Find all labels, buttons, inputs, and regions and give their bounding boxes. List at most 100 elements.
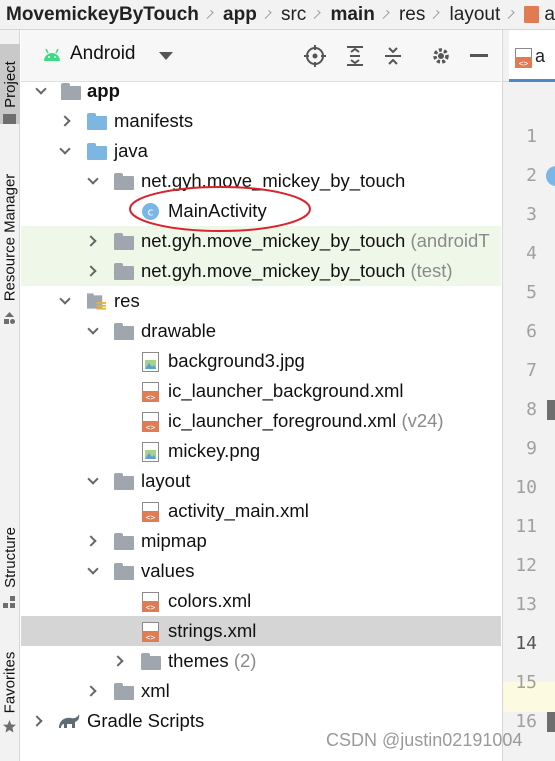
project-tree: app manifests java net.gyh.move_mickey_b… — [21, 76, 501, 761]
class-gutter-icon[interactable] — [545, 165, 555, 187]
chevron-down-icon[interactable] — [87, 563, 99, 575]
tree-label: manifests — [114, 110, 194, 131]
folder-icon — [87, 113, 107, 130]
class-icon: c — [142, 203, 159, 220]
chevron-down-icon[interactable] — [87, 173, 99, 185]
tree-item-layout[interactable]: layout — [21, 466, 501, 496]
tree-item-drawable[interactable]: drawable — [21, 316, 501, 346]
settings-icon[interactable] — [429, 44, 453, 68]
tree-item-manifests[interactable]: manifests — [21, 106, 501, 136]
tree-label: res — [114, 290, 140, 311]
tab-project-label: Project — [1, 60, 19, 108]
project-view-selector[interactable]: Android — [70, 43, 136, 65]
breadcrumb-separator-icon — [262, 9, 272, 20]
chevron-down-icon[interactable] — [59, 293, 71, 305]
chevron-right-icon[interactable] — [85, 685, 97, 697]
breadcrumb-main[interactable]: main — [330, 4, 374, 26]
tree-label: strings.xml — [168, 620, 257, 641]
tree-item-themes[interactable]: themes (2) — [21, 646, 501, 676]
line-number: 5 — [526, 282, 537, 303]
folder-icon — [114, 323, 134, 340]
chevron-right-icon[interactable] — [85, 535, 97, 547]
svg-text:<>: <> — [146, 603, 156, 612]
collapse-all-icon[interactable] — [381, 44, 405, 68]
chevron-right-icon[interactable] — [85, 235, 97, 247]
resource-manager-icon — [4, 312, 15, 324]
xml-file-icon: <> — [142, 622, 159, 642]
line-number: 13 — [515, 594, 537, 615]
breadcrumb-res[interactable]: res — [399, 4, 425, 26]
tree-item-values[interactable]: values — [21, 556, 501, 586]
hide-icon[interactable] — [467, 44, 491, 68]
tree-label: xml — [141, 680, 170, 701]
tree-item-xml[interactable]: xml — [21, 676, 501, 706]
breadcrumb-separator-icon — [311, 9, 322, 20]
breadcrumb: MovemickeyByTouch app src main res layou… — [0, 0, 555, 30]
project-panel-header: Android — [21, 30, 501, 82]
folder-icon — [114, 473, 134, 490]
breadcrumb-layout[interactable]: layout — [450, 4, 501, 26]
image-preview-icon[interactable] — [547, 400, 555, 420]
chevron-right-icon[interactable] — [112, 655, 124, 667]
breadcrumb-separator-icon — [505, 9, 515, 20]
breadcrumb-file[interactable]: a — [524, 4, 555, 26]
editor-area: <> a 1 2 3 4 5 6 7 8 9 10 11 12 13 14 15… — [502, 30, 555, 761]
breadcrumb-module[interactable]: app — [223, 4, 257, 26]
tree-item-mipmap[interactable]: mipmap — [21, 526, 501, 556]
tree-label: app — [87, 80, 120, 101]
breadcrumb-project[interactable]: MovemickeyByTouch — [6, 4, 199, 26]
folder-icon — [141, 653, 161, 670]
package-icon — [114, 263, 134, 280]
chevron-right-icon[interactable] — [59, 115, 71, 127]
breadcrumb-src[interactable]: src — [281, 4, 306, 26]
tree-item-app[interactable]: app — [21, 76, 501, 106]
tree-item-package-test[interactable]: net.gyh.move_mickey_by_touch (test) — [21, 256, 501, 286]
folder-icon — [114, 533, 134, 550]
tree-item-package-main[interactable]: net.gyh.move_mickey_by_touch — [21, 166, 501, 196]
chevron-down-icon[interactable] — [59, 143, 71, 155]
editor-tab-activity-main[interactable]: <> a — [509, 30, 555, 82]
structure-icon — [3, 596, 15, 608]
image-preview-icon[interactable] — [547, 712, 555, 732]
svg-text:<>: <> — [519, 59, 529, 68]
line-number: 9 — [526, 438, 537, 459]
tree-item-strings[interactable]: <> strings.xml — [21, 616, 501, 646]
tree-item-colors[interactable]: <> colors.xml — [21, 586, 501, 616]
line-number: 7 — [526, 360, 537, 381]
tree-item-ic-launcher-background[interactable]: <> ic_launcher_background.xml — [21, 376, 501, 406]
tree-item-res[interactable]: res — [21, 286, 501, 316]
tab-favorites[interactable]: Favorites — [0, 642, 20, 722]
xml-file-icon: <> — [142, 382, 159, 402]
tree-item-package-android-test[interactable]: net.gyh.move_mickey_by_touch (androidT — [21, 226, 501, 256]
tree-label: java — [114, 140, 148, 161]
tree-label: values — [141, 560, 195, 581]
expand-all-icon[interactable] — [343, 44, 367, 68]
chevron-right-icon[interactable] — [31, 715, 43, 727]
tree-item-main-activity[interactable]: c MainActivity — [21, 196, 501, 226]
svg-text:<>: <> — [146, 393, 156, 402]
tab-structure[interactable]: Structure — [0, 512, 20, 602]
locate-icon[interactable] — [303, 44, 327, 68]
tree-label: net.gyh.move_mickey_by_touch (test) — [141, 260, 453, 281]
tree-label: colors.xml — [168, 590, 252, 611]
chevron-down-icon[interactable] — [159, 52, 173, 60]
tab-favorites-label: Favorites — [1, 651, 19, 713]
tree-item-activity-main[interactable]: <> activity_main.xml — [21, 496, 501, 526]
chevron-right-icon[interactable] — [85, 265, 97, 277]
svg-text:c: c — [147, 206, 153, 219]
tree-label: Gradle Scripts — [87, 710, 205, 731]
chevron-down-icon[interactable] — [87, 323, 99, 335]
breadcrumb-file-label: a — [544, 3, 555, 25]
tree-item-java[interactable]: java — [21, 136, 501, 166]
tree-item-mickey[interactable]: mickey.png — [21, 436, 501, 466]
tree-label: net.gyh.move_mickey_by_touch — [141, 170, 406, 191]
tab-resource-manager-label: Resource Manager — [1, 173, 19, 301]
image-file-icon — [142, 352, 159, 372]
chevron-down-icon[interactable] — [35, 83, 47, 95]
tree-item-ic-launcher-foreground[interactable]: <> ic_launcher_foreground.xml (v24) — [21, 406, 501, 436]
tree-item-background3[interactable]: background3.jpg — [21, 346, 501, 376]
svg-text:<>: <> — [146, 423, 156, 432]
chevron-down-icon[interactable] — [87, 473, 99, 485]
tab-resource-manager[interactable]: Resource Manager — [0, 162, 20, 312]
image-file-icon — [142, 442, 159, 462]
